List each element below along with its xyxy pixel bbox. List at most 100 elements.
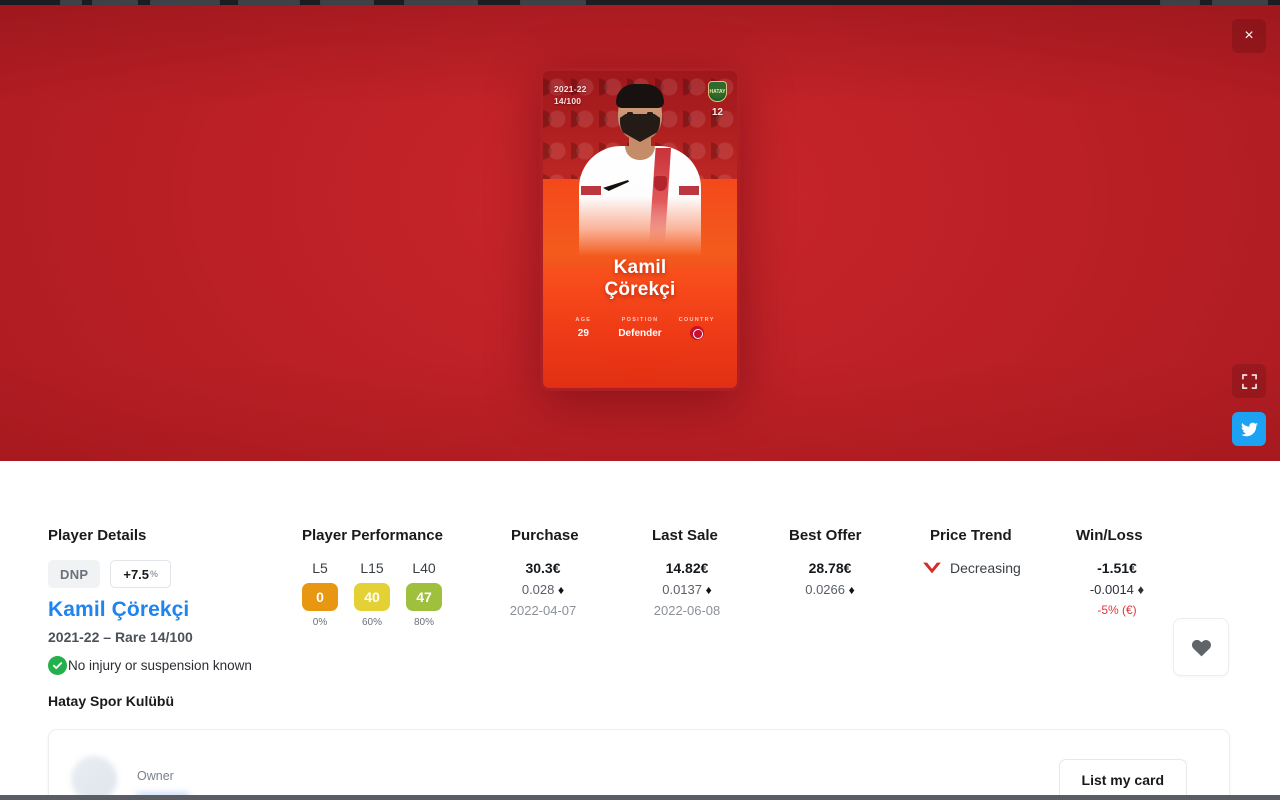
- twitter-share-button[interactable]: [1232, 412, 1266, 446]
- card-serial: 14/100: [554, 96, 582, 106]
- performance-l40-label: L40: [412, 560, 436, 576]
- fullscreen-icon: [1241, 373, 1257, 389]
- status-badge-dnp: DNP: [48, 560, 101, 588]
- player-badges: DNP +7.5%: [48, 560, 308, 588]
- list-my-card-button[interactable]: List my card: [1058, 759, 1187, 800]
- injury-status-text: No injury or suspension known: [68, 658, 252, 673]
- last-sale-eth: 0.0137 ♦: [640, 582, 734, 597]
- fullscreen-button[interactable]: [1232, 364, 1266, 398]
- price-trend-column: Decreasing: [921, 560, 1021, 576]
- win-loss-eth: -0.0014 ♦: [1064, 582, 1170, 597]
- section-title-purchase: Purchase: [511, 527, 579, 544]
- bonus-unit: %: [150, 569, 159, 579]
- best-offer-column: 28.78€ 0.0266 ♦: [783, 560, 877, 597]
- win-loss-percent: -5% (€): [1097, 603, 1137, 617]
- jersey-collar: [625, 146, 655, 160]
- action-rail: [1232, 364, 1266, 460]
- bonus-value: +7.5: [123, 566, 150, 582]
- price-trend-text: Decreasing: [950, 560, 1021, 576]
- performance-l15: L15 40 60%: [354, 560, 390, 628]
- last-sale-amount: 14.82€: [665, 560, 709, 576]
- ethereum-icon: ♦: [705, 583, 712, 597]
- performance-grid: L5 0 0% L15 40 60% L40 47 80%: [302, 560, 442, 628]
- performance-l15-label: L15: [360, 560, 384, 576]
- purchase-eth: 0.028 ♦: [496, 582, 590, 597]
- player-name-link[interactable]: Kamil Çörekçi: [48, 598, 308, 622]
- last-sale-eth-value: 0.0137: [662, 582, 702, 597]
- player-rarity-subtitle: 2021-22 – Rare 14/100: [48, 629, 193, 645]
- performance-l15-score: 40: [354, 583, 390, 611]
- player-portrait: [579, 84, 701, 256]
- performance-l40-pct: 80%: [413, 617, 434, 628]
- performance-l5: L5 0 0%: [302, 560, 338, 628]
- purchase-eth-value: 0.028: [521, 582, 555, 597]
- close-icon: ×: [1244, 27, 1254, 44]
- section-title-last-sale: Last Sale: [652, 527, 718, 544]
- card-stat-age-label: AGE: [575, 317, 592, 323]
- close-modal-button[interactable]: ×: [1232, 19, 1266, 53]
- jersey-crest-icon: [654, 176, 667, 191]
- avatar: [71, 756, 117, 800]
- nike-swoosh-icon: [603, 180, 629, 191]
- section-title-player-performance: Player Performance: [302, 527, 443, 544]
- app-root: × 2021-22 14/100 HATAY 12 Kamil Çörekçi …: [0, 0, 1280, 800]
- win-loss-eth-value: -0.0014: [1089, 582, 1134, 597]
- card-season-serial: 2021-22 14/100: [554, 83, 587, 107]
- section-title-win-loss: Win/Loss: [1076, 527, 1143, 544]
- best-offer-eth: 0.0266 ♦: [783, 582, 877, 597]
- section-title-player-details: Player Details: [48, 527, 147, 544]
- card-stats-row: AGE 29 POSITION Defender COUNTRY: [543, 317, 737, 340]
- card-stat-position-value: Defender: [618, 328, 662, 339]
- performance-l5-pct: 0%: [312, 617, 328, 628]
- performance-l40: L40 47 80%: [406, 560, 442, 628]
- bonus-badge: +7.5%: [110, 560, 172, 588]
- player-performance-column: L5 0 0% L15 40 60% L40 47 80%: [302, 560, 442, 628]
- performance-l15-pct: 60%: [361, 617, 382, 628]
- last-sale-column: 14.82€ 0.0137 ♦ 2022-06-08: [640, 560, 734, 618]
- portrait-jersey: [579, 146, 701, 256]
- best-offer-amount: 28.78€: [808, 560, 852, 576]
- section-title-best-offer: Best Offer: [789, 527, 862, 544]
- club-name: Hatay Spor Kulübü: [48, 693, 175, 709]
- performance-l40-score: 47: [406, 583, 442, 611]
- owner-label: Owner: [137, 769, 174, 783]
- check-circle-icon: [48, 656, 67, 675]
- purchase-amount: 30.3€: [525, 560, 561, 576]
- player-card[interactable]: 2021-22 14/100 HATAY 12 Kamil Çörekçi AG…: [540, 68, 740, 391]
- chevron-down-icon: [923, 562, 941, 574]
- club-crest-label: HATAY: [709, 88, 726, 95]
- ethereum-icon: ♦: [1137, 582, 1145, 597]
- heart-icon: [1191, 639, 1211, 656]
- turkey-flag-icon: [689, 326, 704, 340]
- injury-status: No injury or suspension known: [48, 656, 308, 675]
- window-bottom-edge: [0, 795, 1280, 800]
- card-player-name: Kamil Çörekçi: [543, 257, 737, 301]
- last-sale-date: 2022-06-08: [653, 603, 721, 618]
- favourite-button[interactable]: [1173, 618, 1229, 676]
- portrait-head: [616, 84, 664, 142]
- card-stat-country: COUNTRY: [668, 317, 725, 340]
- card-stat-position-label: POSITION: [621, 317, 659, 323]
- performance-l5-score: 0: [302, 583, 338, 611]
- ethereum-icon: ♦: [848, 583, 855, 597]
- owner-card: Owner •••••••••• List my card: [48, 729, 1230, 800]
- performance-l5-label: L5: [312, 560, 328, 576]
- win-loss-amount: -1.51€: [1097, 560, 1137, 576]
- card-season: 2021-22: [554, 84, 587, 94]
- jersey-sleeve-left: [581, 186, 601, 195]
- club-crest-icon: HATAY: [708, 81, 727, 102]
- portrait-hair: [616, 84, 664, 108]
- jersey-stripe: [649, 148, 671, 244]
- card-stat-age-value: 29: [577, 328, 589, 339]
- ethereum-icon: ♦: [558, 583, 565, 597]
- purchase-date: 2022-04-07: [509, 603, 577, 618]
- section-title-price-trend: Price Trend: [930, 527, 1012, 544]
- card-jersey-number: 12: [711, 107, 723, 118]
- best-offer-eth-value: 0.0266: [805, 582, 845, 597]
- card-stat-age: AGE 29: [555, 317, 612, 340]
- purchase-column: 30.3€ 0.028 ♦ 2022-04-07: [496, 560, 590, 618]
- player-card-art: 2021-22 14/100 HATAY 12 Kamil Çörekçi AG…: [543, 71, 737, 388]
- twitter-icon: [1240, 422, 1258, 436]
- player-details-column: DNP +7.5% Kamil Çörekçi 2021-22 – Rare 1…: [48, 560, 308, 709]
- card-hero-area: × 2021-22 14/100 HATAY 12 Kamil Çörekçi …: [0, 5, 1280, 461]
